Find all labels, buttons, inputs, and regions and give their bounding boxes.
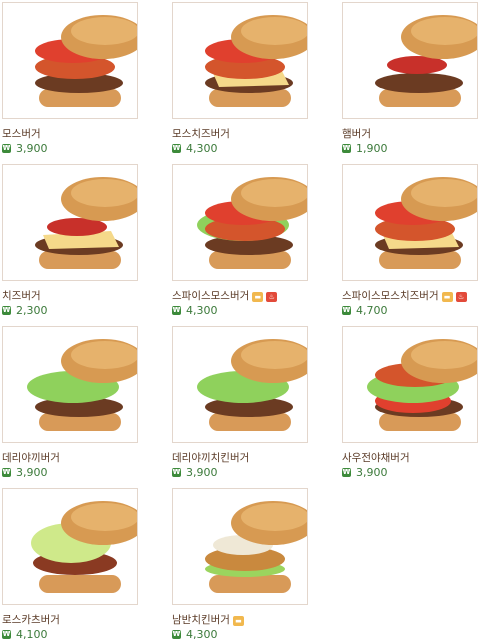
set-badge-icon: ▬ <box>232 615 244 626</box>
menu-item-image[interactable] <box>342 326 478 443</box>
menu-item-name[interactable]: 데리야끼치킨버거 <box>172 452 308 465</box>
menu-item-name-text: 치즈버거 <box>2 290 41 302</box>
menu-item-price: ₩3,900 <box>2 466 138 479</box>
menu-item-image[interactable] <box>172 326 308 443</box>
won-icon: ₩ <box>2 630 11 639</box>
menu-item-price: ₩3,900 <box>2 142 138 155</box>
menu-item-price: ₩4,700 <box>342 304 478 317</box>
won-icon: ₩ <box>172 144 181 153</box>
menu-item-price-value: 4,300 <box>186 628 218 641</box>
menu-item-name-text: 모스버거 <box>2 128 41 140</box>
menu-item-name[interactable]: 모스버거 <box>2 128 138 141</box>
menu-item-image[interactable] <box>172 2 308 119</box>
menu-item-name-text: 스파이스모스버거 <box>172 290 250 302</box>
set-badge-icon: ▬ <box>252 291 264 302</box>
won-icon: ₩ <box>2 468 11 477</box>
set-badge-icon: ▬ <box>441 291 453 302</box>
menu-item-image[interactable] <box>172 164 308 281</box>
menu-item-image[interactable] <box>2 2 138 119</box>
menu-item-name[interactable]: 치즈버거 <box>2 290 138 303</box>
menu-item-name-text: 스파이스모스치즈버거 <box>342 290 439 302</box>
menu-item-price-value: 1,900 <box>356 142 388 155</box>
menu-item-price: ₩4,100 <box>2 628 138 641</box>
menu-item-price-value: 3,900 <box>356 466 388 479</box>
won-icon: ₩ <box>172 468 181 477</box>
menu-item-name[interactable]: 스파이스모스치즈버거 ▬ ♨ <box>342 290 478 303</box>
menu-item-name[interactable]: 햄버거 <box>342 128 478 141</box>
menu-grid: 모스버거 ₩3,900 모스치즈버거 ₩4,300 햄버거 ₩1,900 치즈버거 ₩2,30… <box>0 0 480 641</box>
menu-item-price-value: 4,300 <box>186 304 218 317</box>
menu-item-name-text: 햄버거 <box>342 128 371 140</box>
menu-item-price: ₩1,900 <box>342 142 478 155</box>
menu-item-name[interactable]: 로스카츠버거 <box>2 614 138 627</box>
menu-item-card[interactable]: 남반치킨버거 ▬ ₩4,300 <box>172 488 308 641</box>
menu-item-name[interactable]: 데리야끼버거 <box>2 452 138 465</box>
menu-item-price: ₩4,300 <box>172 142 308 155</box>
menu-item-price-value: 2,300 <box>16 304 48 317</box>
menu-item-price-value: 3,900 <box>16 466 48 479</box>
menu-item-name[interactable]: 사우전야채버거 <box>342 452 478 465</box>
menu-item-name[interactable]: 스파이스모스버거 ▬ ♨ <box>172 290 308 303</box>
menu-item-name-text: 사우전야채버거 <box>342 452 410 464</box>
won-icon: ₩ <box>172 306 181 315</box>
menu-item-card[interactable]: 사우전야채버거 ₩3,900 <box>342 326 478 479</box>
won-icon: ₩ <box>172 630 181 639</box>
menu-item-name-text: 데리야끼치킨버거 <box>172 452 250 464</box>
menu-item-price: ₩3,900 <box>342 466 478 479</box>
menu-item-card[interactable]: 햄버거 ₩1,900 <box>342 2 478 155</box>
menu-item-name-text: 모스치즈버거 <box>172 128 230 140</box>
menu-item-image[interactable] <box>342 2 478 119</box>
menu-item-card[interactable]: 모스치즈버거 ₩4,300 <box>172 2 308 155</box>
menu-item-image[interactable] <box>2 488 138 605</box>
menu-item-card[interactable]: 모스버거 ₩3,900 <box>2 2 138 155</box>
menu-item-card[interactable]: 스파이스모스치즈버거 ▬ ♨ ₩4,700 <box>342 164 478 317</box>
menu-item-price-value: 4,700 <box>356 304 388 317</box>
menu-item-name[interactable]: 남반치킨버거 ▬ <box>172 614 308 627</box>
menu-item-card[interactable]: 데리야끼버거 ₩3,900 <box>2 326 138 479</box>
won-icon: ₩ <box>2 306 11 315</box>
menu-item-name-text: 데리야끼버거 <box>2 452 60 464</box>
menu-item-card[interactable]: 로스카츠버거 ₩4,100 <box>2 488 138 641</box>
spicy-chili-icon: ♨ <box>455 291 467 302</box>
spicy-chili-icon: ♨ <box>266 291 278 302</box>
menu-item-card[interactable]: 데리야끼치킨버거 ₩3,900 <box>172 326 308 479</box>
menu-item-price: ₩3,900 <box>172 466 308 479</box>
menu-item-price-value: 4,100 <box>16 628 48 641</box>
won-icon: ₩ <box>342 306 351 315</box>
menu-item-price: ₩4,300 <box>172 304 308 317</box>
menu-item-price-value: 3,900 <box>16 142 48 155</box>
menu-item-card[interactable]: 치즈버거 ₩2,300 <box>2 164 138 317</box>
menu-item-name[interactable]: 모스치즈버거 <box>172 128 308 141</box>
menu-item-price: ₩2,300 <box>2 304 138 317</box>
menu-item-card[interactable]: 스파이스모스버거 ▬ ♨ ₩4,300 <box>172 164 308 317</box>
menu-item-image[interactable] <box>342 164 478 281</box>
menu-item-price-value: 4,300 <box>186 142 218 155</box>
won-icon: ₩ <box>2 144 11 153</box>
menu-item-image[interactable] <box>2 164 138 281</box>
menu-item-price-value: 3,900 <box>186 466 218 479</box>
menu-item-image[interactable] <box>172 488 308 605</box>
menu-item-image[interactable] <box>2 326 138 443</box>
menu-item-name-text: 남반치킨버거 <box>172 614 230 626</box>
menu-item-name-text: 로스카츠버거 <box>2 614 60 626</box>
won-icon: ₩ <box>342 144 351 153</box>
won-icon: ₩ <box>342 468 351 477</box>
menu-item-price: ₩4,300 <box>172 628 308 641</box>
